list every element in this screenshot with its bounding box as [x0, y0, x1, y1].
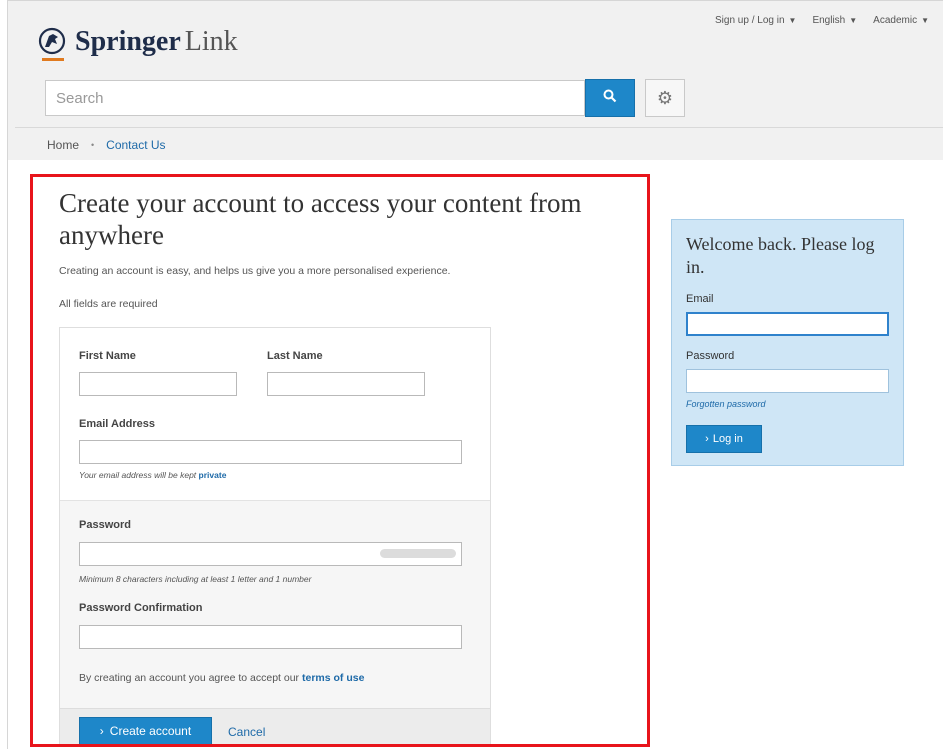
- form-actions: › Create account Cancel: [60, 708, 490, 744]
- email-address-label: Email Address: [79, 418, 156, 430]
- intro-text: Creating an account is easy, and helps u…: [59, 265, 451, 277]
- sign-up-log-in-link[interactable]: Sign up / Log in ▼: [715, 15, 796, 26]
- gear-icon: ⚙: [656, 87, 674, 108]
- password-requirements-note: Minimum 8 characters including at least …: [79, 574, 312, 584]
- registration-highlight: Create your account to access your conte…: [30, 174, 650, 747]
- logo-brand: Springer: [75, 26, 181, 57]
- top-links: Sign up / Log in ▼ English ▼ Academic ▼: [715, 15, 929, 26]
- search-input[interactable]: Search: [45, 80, 585, 116]
- chevron-down-icon: ▼: [788, 16, 797, 25]
- login-email-label: Email: [686, 293, 714, 305]
- breadcrumb: Home • Contact Us: [15, 127, 943, 161]
- springerlink-logo[interactable]: Springer Link: [35, 25, 238, 59]
- language-menu[interactable]: English ▼: [812, 15, 857, 26]
- chevron-right-icon: ›: [705, 433, 709, 445]
- breadcrumb-contact-us[interactable]: Contact Us: [106, 138, 165, 152]
- first-name-label: First Name: [79, 350, 136, 362]
- required-note: All fields are required: [59, 298, 158, 310]
- site-header: Sign up / Log in ▼ English ▼ Academic ▼ Spr…: [7, 0, 943, 160]
- search-settings-button[interactable]: ⚙: [645, 79, 685, 117]
- login-email-field[interactable]: [686, 312, 889, 336]
- institution-menu[interactable]: Academic ▼: [873, 15, 929, 26]
- terms-agreement: By creating an account you agree to acce…: [79, 672, 365, 684]
- last-name-label: Last Name: [267, 350, 323, 362]
- password-confirmation-label: Password Confirmation: [79, 602, 203, 614]
- chevron-down-icon: ▼: [849, 16, 858, 25]
- springer-horse-icon: [35, 25, 69, 59]
- login-password-field[interactable]: [686, 369, 889, 393]
- first-name-field[interactable]: [79, 372, 237, 396]
- registration-form: First Name Last Name Email Address Your …: [59, 327, 491, 744]
- forgotten-password-link[interactable]: Forgotten password: [686, 399, 766, 409]
- cancel-link[interactable]: Cancel: [228, 725, 265, 739]
- password-confirmation-field[interactable]: [79, 625, 462, 649]
- create-account-button[interactable]: › Create account: [79, 717, 212, 744]
- last-name-field[interactable]: [267, 372, 425, 396]
- privacy-link[interactable]: private: [199, 470, 227, 480]
- logo-underline: [42, 58, 64, 61]
- search-placeholder: Search: [56, 89, 104, 107]
- password-label: Password: [79, 519, 131, 531]
- password-strength-meter: [380, 549, 456, 558]
- log-in-button[interactable]: › Log in: [686, 425, 762, 453]
- email-address-field[interactable]: [79, 440, 462, 464]
- terms-of-use-link[interactable]: terms of use: [302, 672, 364, 684]
- page-left-edge: [7, 160, 8, 749]
- login-password-label: Password: [686, 350, 735, 362]
- search-button[interactable]: [585, 79, 635, 117]
- chevron-right-icon: ›: [99, 724, 104, 738]
- breadcrumb-home[interactable]: Home: [47, 138, 79, 152]
- search-icon: [603, 89, 617, 108]
- page-title: Create your account to access your conte…: [59, 188, 582, 250]
- login-panel: Welcome back. Please log in. Email Passw…: [671, 219, 904, 466]
- password-field[interactable]: [79, 542, 462, 566]
- chevron-down-icon: ▼: [921, 16, 929, 25]
- logo-suffix: Link: [184, 26, 238, 57]
- email-privacy-note: Your email address will be kept private: [79, 470, 227, 480]
- login-title: Welcome back. Please log in.: [686, 234, 875, 277]
- breadcrumb-separator: •: [91, 139, 95, 150]
